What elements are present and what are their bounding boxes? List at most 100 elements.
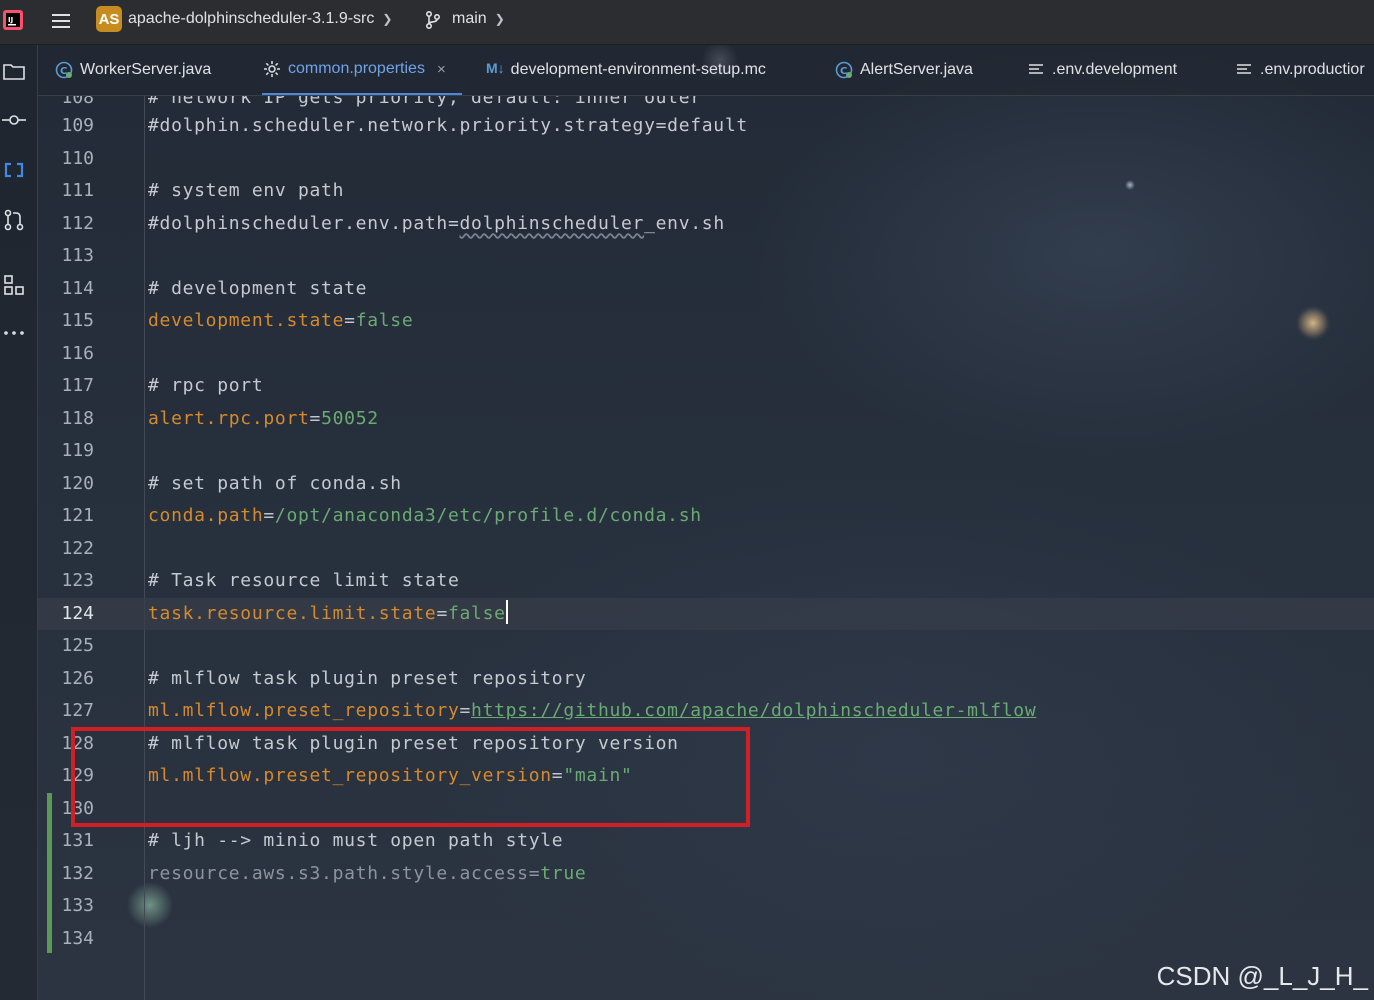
tab-label: AlertServer.java: [860, 61, 973, 78]
tab-label: WorkerServer.java: [80, 61, 212, 78]
code-brackets-icon[interactable]: [2, 158, 26, 182]
code-token: /opt/anaconda3/etc/profile.d/conda.sh: [274, 505, 702, 526]
line-number: 110: [61, 147, 94, 169]
code-token: #dolphin.scheduler.network.priority.stra…: [148, 115, 748, 136]
branch-selector[interactable]: main ❯: [452, 10, 505, 28]
code-token: 50052: [321, 407, 379, 429]
code-line[interactable]: 123 # Task resource limit state: [38, 565, 1374, 597]
code-line[interactable]: 112 #dolphinscheduler.env.path=dolphinsch…: [38, 208, 1374, 240]
text-file-icon: [1237, 64, 1251, 74]
code-editor[interactable]: 108 # network IP gets priority, default:…: [38, 96, 1374, 1000]
commit-icon[interactable]: [2, 108, 26, 132]
code-text: conda.path=/opt/anaconda3/etc/profile.d/…: [148, 500, 702, 532]
code-token: ml.mlflow.preset_repository: [148, 700, 460, 721]
branch-name: main: [452, 10, 487, 27]
line-number: 116: [61, 342, 94, 364]
code-token: task.resource.limit.state: [148, 602, 437, 624]
line-number: 119: [61, 440, 94, 461]
code-line[interactable]: 110: [38, 143, 1374, 175]
line-number: 114: [61, 277, 94, 299]
code-line[interactable]: 134: [38, 923, 1374, 955]
line-number: 127: [61, 700, 94, 721]
project-selector[interactable]: apache-dolphinscheduler-3.1.9-src ❯: [128, 10, 392, 28]
project-folder-icon[interactable]: [2, 59, 26, 83]
code-line[interactable]: 124 task.resource.limit.state=false: [38, 597, 1374, 630]
code-text: # mlflow task plugin preset repository: [148, 663, 586, 695]
code-line[interactable]: 132 resource.aws.s3.path.style.access=tru…: [38, 858, 1374, 890]
code-token: true: [540, 862, 587, 884]
code-text: # Task resource limit state: [148, 565, 460, 597]
markdown-icon: M↓: [486, 60, 505, 76]
line-number: 111: [61, 180, 94, 201]
project-badge[interactable]: AS: [96, 6, 122, 32]
code-token: dolphinscheduler: [459, 212, 645, 234]
code-line[interactable]: 111 # system env path: [38, 175, 1374, 207]
gear-icon: [264, 61, 280, 77]
code-line[interactable]: 117 # rpc port: [38, 370, 1374, 402]
code-token: =: [263, 505, 275, 526]
tab-common-properties[interactable]: common.properties ×: [262, 45, 462, 95]
code-line[interactable]: 122: [38, 533, 1374, 565]
text-file-icon: [1029, 64, 1043, 74]
code-line[interactable]: 121 conda.path=/opt/anaconda3/etc/profile…: [38, 500, 1374, 532]
line-number: 123: [61, 570, 94, 591]
code-line[interactable]: 120 # set path of conda.sh: [38, 468, 1374, 500]
pull-requests-icon[interactable]: [2, 208, 26, 232]
line-number: 115: [61, 310, 94, 331]
git-branch-icon: [424, 10, 442, 30]
structure-icon[interactable]: [2, 273, 26, 297]
code-line[interactable]: 109 #dolphin.scheduler.network.priority.s…: [38, 110, 1374, 142]
code-token: =: [309, 407, 322, 429]
line-number: 125: [61, 635, 94, 656]
code-token: https://github.com/apache/dolphinschedul…: [471, 700, 1037, 721]
hamburger-menu-icon[interactable]: [50, 10, 72, 32]
code-line[interactable]: 127 ml.mlflow.preset_repository=https://g…: [38, 695, 1374, 727]
tab-label: development-environment-setup.mc: [510, 61, 766, 78]
tab-worker-server-java[interactable]: C WorkerServer.java: [54, 45, 244, 95]
project-name: apache-dolphinscheduler-3.1.9-src: [128, 10, 375, 27]
code-token: alert.rpc.port: [148, 407, 310, 429]
code-line[interactable]: 118 alert.rpc.port=50052: [38, 403, 1374, 435]
tab-env-production[interactable]: .env.productior: [1234, 45, 1374, 95]
line-number: 117: [61, 375, 94, 396]
code-line[interactable]: 113: [38, 240, 1374, 272]
tab-env-development[interactable]: .env.development: [1026, 45, 1186, 95]
tab-label: .env.development: [1052, 61, 1178, 78]
code-line[interactable]: 116: [38, 338, 1374, 370]
code-line[interactable]: 125: [38, 630, 1374, 662]
code-text: # development state: [148, 273, 367, 305]
tab-alert-server-java[interactable]: C AlertServer.java: [834, 45, 1004, 95]
text-caret: [505, 599, 508, 624]
line-number: 118: [61, 407, 94, 429]
code-text: development.state=false: [148, 305, 413, 337]
line-number: 120: [61, 472, 94, 494]
code-text: #dolphin.scheduler.network.priority.stra…: [148, 110, 748, 142]
java-class-icon: C: [835, 61, 853, 79]
code-line[interactable]: 133: [38, 890, 1374, 922]
svg-text:IJ: IJ: [8, 16, 13, 24]
code-token: =: [528, 862, 541, 884]
code-token: # mlflow task plugin preset repository: [148, 667, 587, 689]
code-line[interactable]: 119: [38, 435, 1374, 467]
chevron-down-icon: ❯: [382, 12, 393, 26]
code-token: development.state: [148, 310, 345, 331]
code-line[interactable]: 131 # ljh --> minio must open path style: [38, 825, 1374, 857]
intellij-idea-icon[interactable]: IJ: [2, 9, 24, 31]
code-line[interactable]: 115 development.state=false: [38, 305, 1374, 337]
line-number: 124: [61, 602, 94, 624]
java-class-icon: C: [55, 61, 73, 79]
code-token: false: [447, 602, 506, 624]
code-line[interactable]: 126 # mlflow task plugin preset repositor…: [38, 663, 1374, 695]
code-line[interactable]: 114 # development state: [38, 273, 1374, 305]
more-icon[interactable]: [2, 321, 26, 345]
line-number: 126: [61, 667, 94, 689]
tab-development-environment-setup[interactable]: M↓ development-environment-setup.mc: [486, 45, 786, 95]
line-number: 112: [61, 212, 94, 234]
vcs-added-marker: [47, 793, 52, 953]
close-icon[interactable]: ×: [437, 61, 446, 78]
chevron-down-icon: ❯: [494, 12, 505, 26]
code-token: _env.sh: [644, 212, 725, 234]
code-token: resource.aws.s3.path.style.access: [148, 862, 529, 884]
code-text: task.resource.limit.state=false: [148, 598, 508, 630]
code-token: =: [344, 310, 356, 331]
